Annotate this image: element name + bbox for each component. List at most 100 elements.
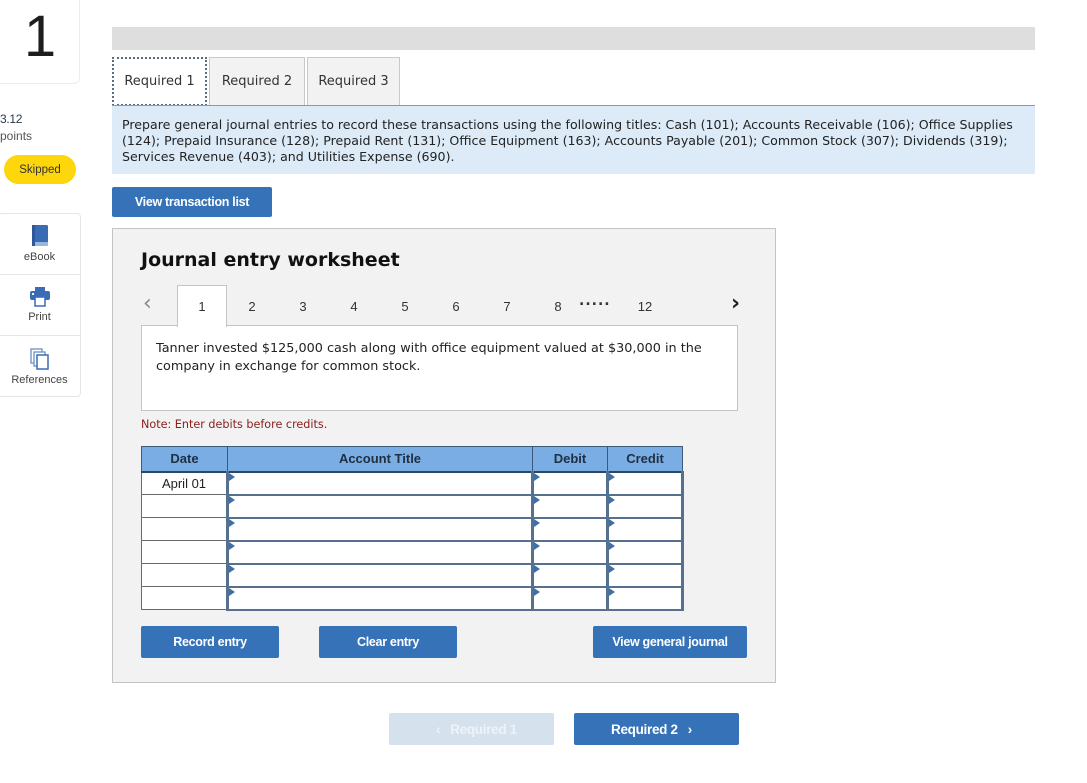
credit-input[interactable] (609, 541, 681, 563)
page-2[interactable]: 2 (227, 285, 277, 327)
header-debit: Debit (532, 446, 608, 473)
date-cell (141, 540, 228, 564)
header-bar (112, 27, 1035, 50)
dropdown-marker-icon (609, 518, 615, 527)
date-cell (141, 563, 228, 587)
credit-cell (606, 493, 684, 519)
table-row (141, 539, 684, 565)
record-entry-button[interactable]: Record entry (141, 626, 279, 658)
page-6[interactable]: 6 (431, 285, 481, 327)
question-number-card: 1 (0, 0, 80, 84)
header-credit: Credit (607, 446, 683, 473)
references-button[interactable]: References (0, 336, 80, 397)
chevron-right-icon[interactable]: › (731, 291, 740, 316)
debit-cell (531, 539, 609, 565)
account-title-cell (226, 585, 534, 611)
page-8[interactable]: 8 (533, 285, 583, 327)
dropdown-marker-icon (534, 472, 540, 481)
instructions-text: Prepare general journal entries to recor… (112, 105, 1035, 174)
account-title-cell (226, 470, 534, 496)
dropdown-marker-icon (534, 587, 540, 596)
date-cell: April 01 (141, 471, 228, 495)
debit-input[interactable] (534, 587, 606, 609)
journal-table: Date Account Title Debit Credit April 01 (141, 446, 684, 611)
transaction-pager: ‹ 1 2 3 4 5 6 7 8 ..... 12 › (113, 285, 775, 327)
debit-input[interactable] (534, 472, 606, 494)
debit-input[interactable] (534, 495, 606, 517)
print-label: Print (28, 311, 51, 323)
chevron-left-icon: ‹ (436, 721, 441, 737)
credit-input[interactable] (609, 495, 681, 517)
table-header-row: Date Account Title Debit Credit (141, 446, 683, 473)
tab-required-3[interactable]: Required 3 (307, 57, 400, 105)
credit-input[interactable] (609, 518, 681, 540)
print-button[interactable]: Print (0, 275, 80, 336)
tab-required-2[interactable]: Required 2 (209, 57, 305, 105)
credit-input[interactable] (609, 472, 681, 494)
account-title-input[interactable] (229, 564, 531, 586)
references-label: References (11, 373, 68, 386)
page-1[interactable]: 1 (177, 285, 227, 327)
book-icon (31, 225, 48, 246)
dropdown-marker-icon (609, 495, 615, 504)
dropdown-marker-icon (609, 541, 615, 550)
chevron-left-icon[interactable]: ‹ (143, 291, 152, 316)
table-row (141, 585, 684, 611)
date-cell (141, 586, 228, 610)
dropdown-marker-icon (229, 587, 235, 596)
credit-cell (606, 539, 684, 565)
dropdown-marker-icon (229, 541, 235, 550)
ebook-label: eBook (23, 251, 56, 263)
debit-input[interactable] (534, 518, 606, 540)
page-3[interactable]: 3 (278, 285, 328, 327)
account-title-cell (226, 539, 534, 565)
chevron-right-icon: › (687, 721, 693, 737)
credit-input[interactable] (609, 564, 681, 586)
page-7[interactable]: 7 (482, 285, 532, 327)
debit-input[interactable] (534, 541, 606, 563)
table-row (141, 493, 684, 519)
previous-required-button[interactable]: ‹ Required 1 (389, 713, 554, 745)
copy-pages-icon (29, 347, 49, 370)
status-badge: Skipped (4, 155, 76, 184)
debit-input[interactable] (534, 564, 606, 586)
dropdown-marker-icon (229, 564, 235, 573)
view-general-journal-button[interactable]: View general journal (593, 626, 747, 658)
account-title-input[interactable] (229, 518, 531, 540)
dropdown-marker-icon (609, 564, 615, 573)
account-title-input[interactable] (229, 495, 531, 517)
dropdown-marker-icon (229, 472, 235, 481)
account-title-input[interactable] (229, 541, 531, 563)
next-required-button[interactable]: Required 2 › (574, 713, 739, 745)
debit-cell (531, 516, 609, 542)
header-date: Date (141, 446, 228, 473)
page-12[interactable]: 12 (620, 285, 670, 327)
table-row: April 01 (141, 470, 684, 496)
debit-cell (531, 562, 609, 588)
dropdown-marker-icon (609, 587, 615, 596)
table-row (141, 516, 684, 542)
next-required-label: Required 2 (611, 721, 678, 737)
journal-entry-worksheet: Journal entry worksheet ‹ 1 2 3 4 5 6 7 … (112, 228, 776, 683)
pager-ellipsis: ..... (579, 293, 611, 309)
tab-required-1[interactable]: Required 1 (112, 57, 207, 106)
dropdown-marker-icon (229, 495, 235, 504)
ebook-button[interactable]: eBook (0, 214, 80, 275)
debit-cell (531, 493, 609, 519)
view-transaction-list-button[interactable]: View transaction list (112, 187, 272, 217)
credit-input[interactable] (609, 587, 681, 609)
header-account-title: Account Title (227, 446, 533, 473)
tools-panel: eBook Print References (0, 213, 81, 397)
requirement-tabs: Required 1 Required 2 Required 3 (112, 57, 402, 106)
dropdown-marker-icon (609, 472, 615, 481)
dropdown-marker-icon (534, 541, 540, 550)
dropdown-marker-icon (534, 564, 540, 573)
clear-entry-button[interactable]: Clear entry (319, 626, 457, 658)
account-title-input[interactable] (229, 587, 531, 609)
page-5[interactable]: 5 (380, 285, 430, 327)
account-title-cell (226, 562, 534, 588)
account-title-cell (226, 516, 534, 542)
page-4[interactable]: 4 (329, 285, 379, 327)
dropdown-marker-icon (229, 518, 235, 527)
account-title-input[interactable] (229, 472, 531, 494)
